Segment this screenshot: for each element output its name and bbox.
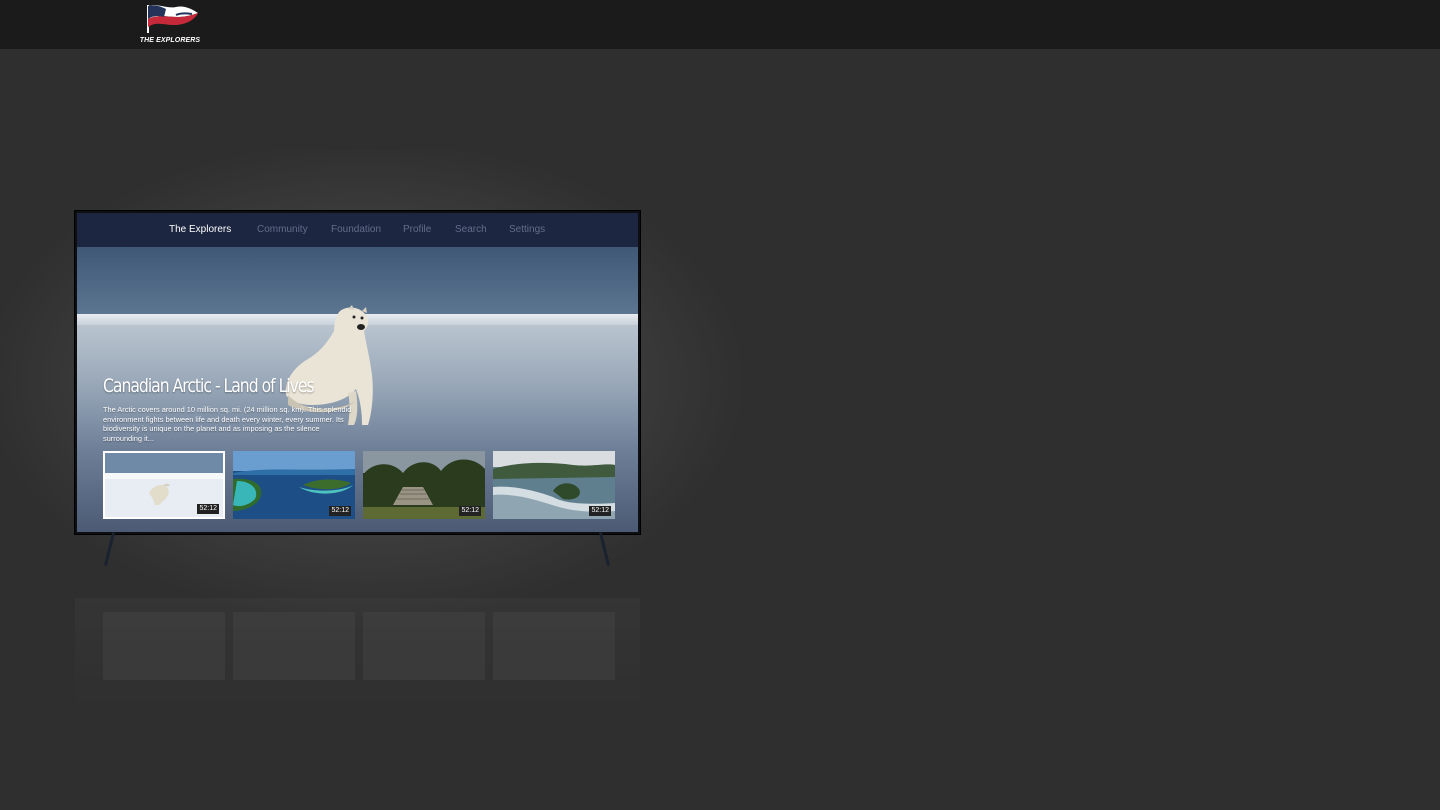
tv-nav-settings[interactable]: Settings bbox=[509, 224, 545, 235]
hero-description: The Arctic covers around 10 million sq. … bbox=[103, 405, 352, 443]
hero-title: Canadian Arctic - Land of Lives bbox=[103, 375, 315, 397]
video-duration: 52:12 bbox=[197, 504, 219, 514]
video-duration: 52:12 bbox=[459, 506, 481, 516]
tv-screen: The Explorers Community Foundation Profi… bbox=[77, 213, 638, 532]
reflection-thumbnail bbox=[233, 612, 355, 680]
tv-nav-profile[interactable]: Profile bbox=[403, 224, 431, 235]
tv-nav-bar: The Explorers Community Foundation Profi… bbox=[77, 213, 638, 247]
reflection-thumbnail bbox=[363, 612, 485, 680]
video-thumbnail[interactable]: 52:12 bbox=[233, 451, 355, 519]
flag-logo-icon bbox=[147, 5, 198, 33]
video-thumbnail[interactable]: 52:12 bbox=[493, 451, 615, 519]
video-duration: 52:12 bbox=[589, 506, 611, 516]
tv-mockup: The Explorers Community Foundation Profi… bbox=[75, 211, 640, 534]
reflection-thumbnail bbox=[493, 612, 615, 680]
video-thumbnail[interactable]: 52:12 bbox=[103, 451, 225, 519]
tv-nav-foundation[interactable]: Foundation bbox=[331, 224, 381, 235]
page: THE EXPLORERS The Explorers Community Fo… bbox=[0, 0, 1440, 810]
top-bar: THE EXPLORERS bbox=[0, 0, 1440, 49]
video-thumbnail[interactable]: 52:12 bbox=[363, 451, 485, 519]
tv-nav-the-explorers[interactable]: The Explorers bbox=[169, 224, 231, 235]
tv-nav-community[interactable]: Community bbox=[257, 224, 308, 235]
tv-reflection bbox=[75, 598, 640, 708]
brand-name: THE EXPLORERS bbox=[139, 37, 201, 44]
video-duration: 52:12 bbox=[329, 506, 351, 516]
reflection-thumbnail bbox=[103, 612, 225, 680]
tv-nav-search[interactable]: Search bbox=[455, 224, 487, 235]
brand-logo[interactable]: THE EXPLORERS bbox=[138, 3, 202, 45]
